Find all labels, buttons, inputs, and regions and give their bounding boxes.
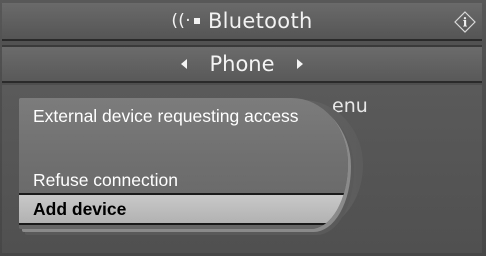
svg-text:i: i <box>463 16 468 30</box>
screen: ((· Bluetooth i Phone enu External devic… <box>0 0 486 256</box>
page-title: Bluetooth <box>207 9 313 33</box>
dialog-title: External device requesting access <box>33 106 299 126</box>
add-device-label: Add device <box>33 199 127 219</box>
arrow-left-icon[interactable] <box>181 59 188 69</box>
add-device-item[interactable]: Add device <box>19 193 348 225</box>
refuse-connection-item[interactable]: Refuse connection <box>33 170 178 191</box>
arrow-right-icon[interactable] <box>296 59 303 69</box>
title-bar: ((· Bluetooth i <box>2 3 482 41</box>
access-request-dialog: External device requesting access Refuse… <box>19 98 348 229</box>
bluetooth-signal-icon: ((· <box>171 12 200 30</box>
title-wrap: ((· Bluetooth <box>2 3 482 39</box>
tab-phone[interactable]: Phone <box>209 52 274 76</box>
info-icon[interactable]: i <box>454 11 476 33</box>
tab-selector[interactable]: Phone <box>2 45 482 83</box>
